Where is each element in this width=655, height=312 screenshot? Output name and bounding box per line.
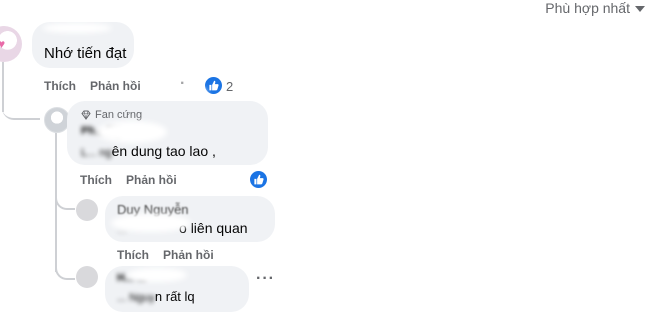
- caret-down-icon: [635, 6, 645, 12]
- comment-text: Nhớ tiến đạt: [44, 45, 127, 62]
- comment-text-line: L... ngên dung tao lao ,: [81, 143, 216, 160]
- comment-actions: Thích Phản hồi: [44, 79, 141, 93]
- comment-bubble: H... ... ... Nguyn rất lq: [105, 266, 249, 312]
- heart-icon: ♥: [0, 37, 6, 51]
- avatar[interactable]: ♥: [0, 26, 22, 62]
- comment-text-line: ... Nguyn rất lq: [117, 288, 195, 305]
- like-button[interactable]: Thích: [117, 248, 149, 262]
- reply-button[interactable]: Phản hồi: [163, 248, 214, 262]
- avatar[interactable]: [76, 266, 98, 288]
- redaction-mark: [97, 121, 167, 143]
- comment-text: n rất lq: [154, 289, 195, 304]
- comment-bubble: Fan cứng Ph... Ng... L... ngên dung tao …: [67, 101, 268, 165]
- like-button[interactable]: Thích: [80, 173, 112, 187]
- comment-text-redacted: L... ng: [81, 147, 112, 159]
- like-button[interactable]: Thích: [44, 79, 76, 93]
- thread-curve-2: [55, 190, 75, 210]
- reaction-count: 2: [226, 79, 234, 94]
- fan-badge: Fan cứng: [81, 109, 142, 121]
- avatar[interactable]: [76, 199, 98, 221]
- diamond-icon: [81, 110, 91, 120]
- comment-bubble: Duy Nguyễn ...o liên quan: [105, 196, 275, 242]
- fan-badge-label: Fan cứng: [95, 109, 143, 121]
- redaction-mark: [111, 214, 191, 232]
- sort-dropdown[interactable]: Phù hợp nhất: [545, 0, 645, 16]
- like-thumb-icon[interactable]: [250, 171, 267, 188]
- comment-actions: Thích Phản hồi: [80, 173, 177, 187]
- comment-text: ên dung tao lao ,: [111, 143, 216, 159]
- sort-label: Phù hợp nhất: [545, 0, 630, 16]
- comment-text-redacted: ... Nguy: [117, 292, 155, 304]
- reply-button[interactable]: Phản hồi: [126, 173, 177, 187]
- redaction-mark: [127, 268, 187, 282]
- thread-curve-1: [2, 96, 40, 120]
- more-icon[interactable]: ···: [256, 270, 275, 288]
- redaction-mark: [42, 23, 112, 33]
- thread-curve-3: [55, 262, 75, 280]
- comment-bubble: Nhớ tiến đạt: [32, 22, 134, 68]
- like-thumb-icon[interactable]: [205, 77, 222, 94]
- comment-actions: Thích Phản hồi: [117, 248, 214, 262]
- reply-button[interactable]: Phản hồi: [90, 79, 141, 93]
